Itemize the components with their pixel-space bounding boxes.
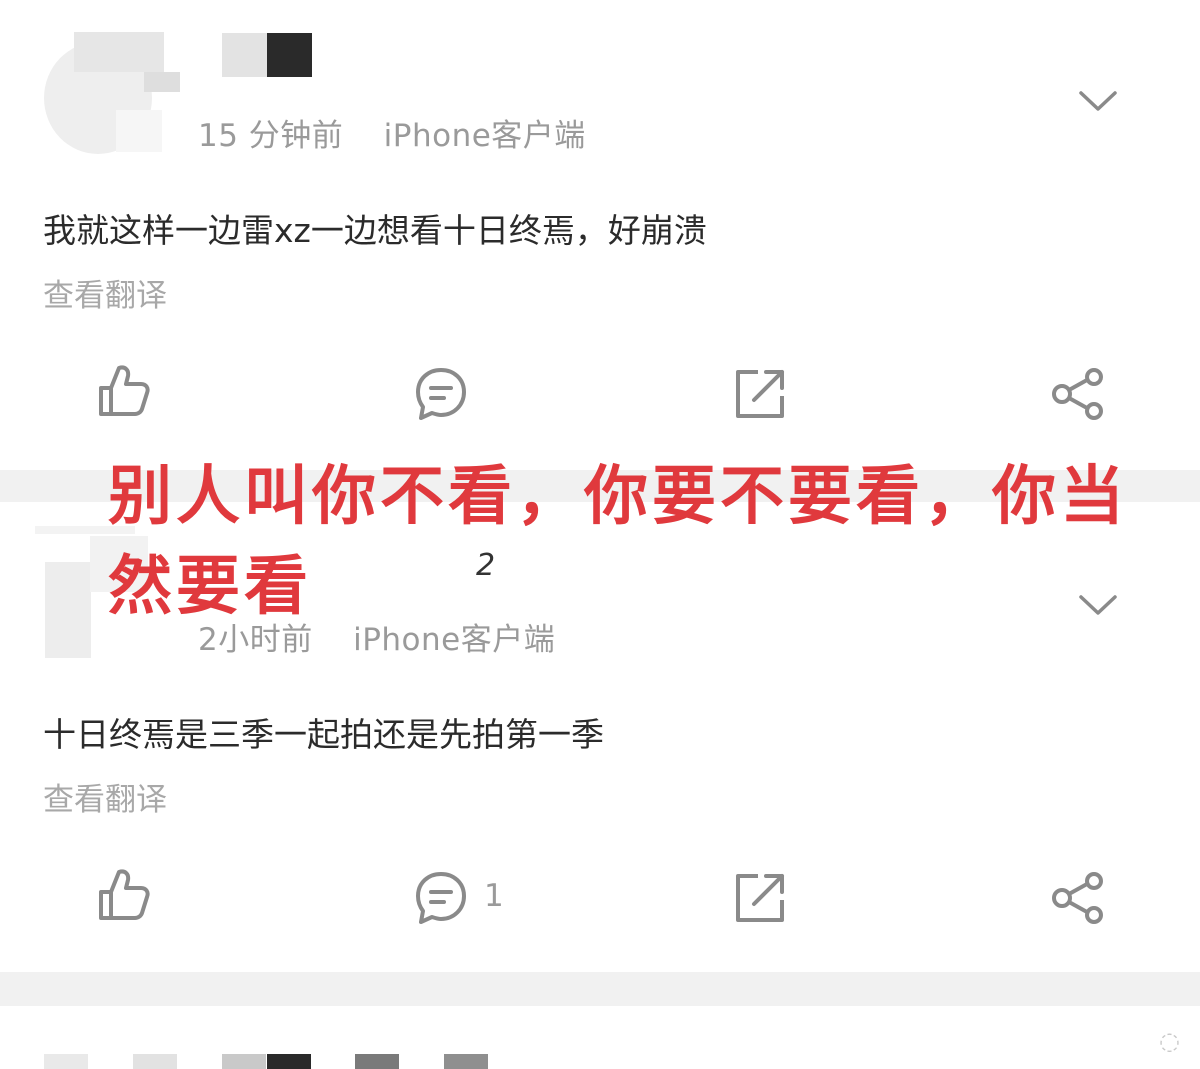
watermark: ◌ xyxy=(1159,1027,1180,1055)
username-mosaic xyxy=(267,1054,311,1069)
post-meta: 15 分钟前 iPhone客户端 xyxy=(198,110,616,155)
post-client: iPhone客户端 xyxy=(383,118,586,154)
post-content: 十日终焉是三季一起拍还是先拍第一季 xyxy=(43,715,604,754)
repost-icon[interactable] xyxy=(732,870,788,926)
share-icon[interactable] xyxy=(1050,870,1106,926)
view-translation-link[interactable]: 查看翻译 xyxy=(43,270,167,315)
view-translation-link[interactable]: 查看翻译 xyxy=(43,774,167,819)
post-content: 我就这样一边雷xz一边想看十日终焉，好崩溃 xyxy=(43,211,707,250)
avatar[interactable] xyxy=(44,32,180,156)
overlay-caption: 别人叫你不看，你要不要看，你当然要看 xyxy=(108,460,1128,624)
share-icon[interactable] xyxy=(1050,366,1106,422)
like-icon[interactable] xyxy=(95,866,151,922)
chevron-down-icon[interactable] xyxy=(1078,86,1118,116)
post-separator xyxy=(0,972,1200,1006)
like-icon[interactable] xyxy=(95,362,151,418)
username-mosaic xyxy=(267,33,312,77)
repost-icon[interactable] xyxy=(732,366,788,422)
avatar[interactable] xyxy=(44,1054,88,1069)
comment-count: 1 xyxy=(484,878,504,914)
comment-icon[interactable] xyxy=(413,366,469,422)
post-time: 15 分钟前 xyxy=(198,118,344,154)
post-card-1: 15 分钟前 iPhone客户端 我就这样一边雷xz一边想看十日终焉，好崩溃 查… xyxy=(0,0,1200,470)
comment-icon[interactable] xyxy=(413,870,469,926)
post-card-3: ◌ xyxy=(0,1006,1200,1069)
username-mosaic[interactable] xyxy=(222,33,267,77)
